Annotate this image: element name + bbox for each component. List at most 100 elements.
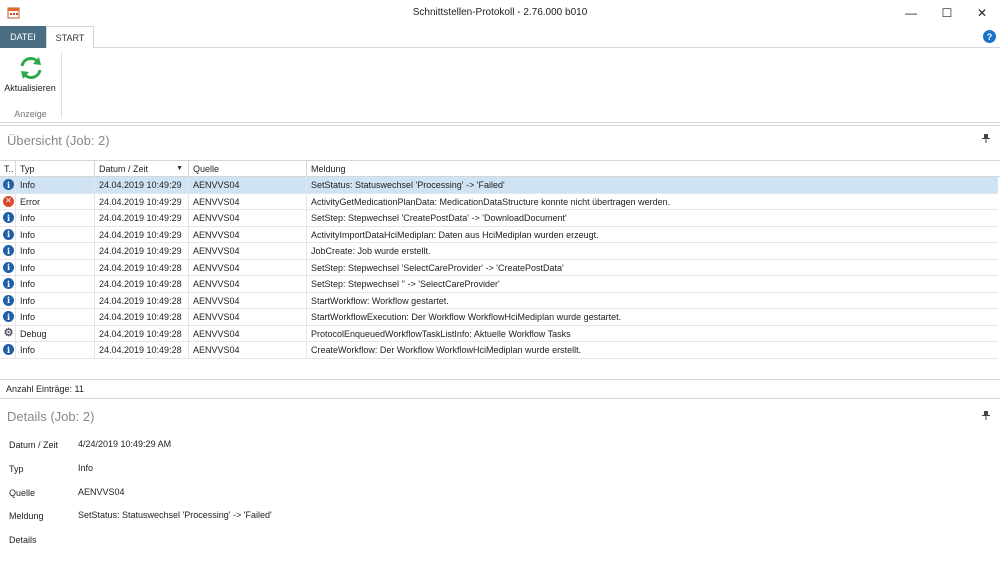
- pin-icon[interactable]: [982, 134, 990, 145]
- row-meldung: SetStep: Stepwechsel '' -> 'SelectCarePr…: [311, 279, 500, 289]
- row-type-icon-cell: i: [0, 177, 16, 193]
- debug-gear-icon: ⚙: [3, 326, 14, 339]
- row-meldung: CreateWorkflow: Der Workflow WorkflowHci…: [311, 345, 582, 355]
- row-quelle: AENVVS04: [189, 276, 307, 292]
- row-meldung: SetStep: Stepwechsel 'SelectCareProvider…: [311, 262, 564, 273]
- refresh-button[interactable]: Aktualisieren: [2, 52, 58, 94]
- close-button[interactable]: ✕: [964, 0, 1000, 25]
- row-type-icon-cell: i: [0, 210, 16, 226]
- row-datum: 24.04.2019 10:49:28: [95, 325, 189, 342]
- detail-label-quelle: Quelle: [9, 488, 36, 498]
- row-type-icon-cell: i: [0, 309, 16, 325]
- table-row[interactable]: i Info 24.04.2019 10:49:28 AENVVS04 Crea…: [0, 342, 998, 359]
- row-datum: 24.04.2019 10:49:28: [95, 309, 189, 325]
- tab-start[interactable]: START: [46, 26, 94, 49]
- row-quelle: AENVVS04: [189, 226, 307, 243]
- table-row[interactable]: i Info 24.04.2019 10:49:28 AENVVS04 Star…: [0, 292, 998, 309]
- row-datum: 24.04.2019 10:49:29: [95, 177, 189, 193]
- row-type-icon-cell: i: [0, 259, 16, 276]
- table-row[interactable]: i Info 24.04.2019 10:49:29 AENVVS04 JobC…: [0, 243, 998, 260]
- info-icon: i: [3, 228, 14, 240]
- row-datum: 24.04.2019 10:49:29: [95, 193, 189, 210]
- row-datum: 24.04.2019 10:49:29: [95, 243, 189, 259]
- entry-count-bar: Anzahl Einträge: 11: [0, 379, 1000, 399]
- column-header-datum[interactable]: Datum / Zeit ▼: [95, 161, 189, 177]
- sort-descending-icon: ▼: [176, 165, 183, 172]
- info-icon: i: [3, 344, 14, 355]
- row-meldung: SetStep: Stepwechsel 'CreatePostData' ->…: [311, 213, 567, 223]
- ribbon-tabs: DATEI START ?: [0, 26, 1000, 49]
- error-icon: ✕: [3, 195, 14, 207]
- maximize-button[interactable]: ☐: [929, 0, 965, 25]
- row-type-icon-cell: ⚙: [0, 325, 16, 342]
- refresh-label: Aktualisieren: [4, 83, 56, 93]
- row-typ: Info: [16, 210, 95, 226]
- row-typ: Info: [16, 226, 95, 243]
- details-title: Details (Job: 2): [7, 409, 95, 424]
- detail-label-details: Details: [9, 535, 37, 545]
- detail-value-meldung: SetStatus: Statuswechsel 'Processing' ->…: [78, 510, 272, 520]
- column-header-typ[interactable]: Typ: [16, 161, 95, 177]
- ribbon-group-label: Anzeige: [14, 109, 47, 119]
- detail-value-quelle: AENVVS04: [78, 487, 125, 497]
- overview-title: Übersicht (Job: 2): [7, 133, 110, 148]
- row-typ: Info: [16, 309, 95, 325]
- info-icon: i: [3, 261, 14, 273]
- window-title: Schnittstellen-Protokoll - 2.76.000 b010: [412, 7, 588, 18]
- row-type-icon-cell: ✕: [0, 193, 16, 210]
- row-quelle: AENVVS04: [189, 292, 307, 309]
- info-icon: i: [3, 179, 14, 190]
- table-row[interactable]: i Info 24.04.2019 10:49:28 AENVVS04 Star…: [0, 309, 998, 326]
- row-datum: 24.04.2019 10:49:28: [95, 259, 189, 276]
- row-quelle: AENVVS04: [189, 259, 307, 276]
- detail-value-datum: 4/24/2019 10:49:29 AM: [78, 439, 172, 449]
- row-typ: Info: [16, 177, 95, 193]
- overview-panel: Übersicht (Job: 2) T.. Typ Datum / Zeit …: [0, 125, 1000, 397]
- table-row[interactable]: i Info 24.04.2019 10:49:28 AENVVS04 SetS…: [0, 276, 998, 293]
- column-header-meldung[interactable]: Meldung: [307, 161, 1000, 177]
- entry-count: Anzahl Einträge: 11: [6, 384, 84, 394]
- detail-label-typ: Typ: [9, 464, 24, 474]
- info-icon: i: [3, 294, 14, 306]
- row-typ: Debug: [16, 325, 95, 342]
- tab-datei[interactable]: DATEI: [0, 26, 46, 48]
- row-typ: Info: [16, 292, 95, 309]
- info-icon: i: [3, 212, 14, 223]
- table-row[interactable]: ⚙ Debug 24.04.2019 10:49:28 AENVVS04 Pro…: [0, 325, 998, 342]
- minimize-button[interactable]: —: [893, 0, 929, 25]
- help-icon[interactable]: ?: [983, 30, 996, 43]
- row-typ: Info: [16, 276, 95, 292]
- table-row[interactable]: i Info 24.04.2019 10:49:28 AENVVS04 SetS…: [0, 259, 998, 276]
- row-type-icon-cell: i: [0, 342, 16, 358]
- details-panel: Details (Job: 2) Datum / Zeit 4/24/2019 …: [0, 401, 1000, 574]
- row-quelle: AENVVS04: [189, 243, 307, 259]
- row-quelle: AENVVS04: [189, 309, 307, 325]
- detail-label-datum: Datum / Zeit: [9, 440, 59, 450]
- title-bar: Schnittstellen-Protokoll - 2.76.000 b010…: [0, 0, 1000, 25]
- row-quelle: AENVVS04: [189, 177, 307, 193]
- info-icon: i: [3, 311, 14, 322]
- row-typ: Info: [16, 259, 95, 276]
- row-type-icon-cell: i: [0, 276, 16, 292]
- row-datum: 24.04.2019 10:49:29: [95, 210, 189, 226]
- row-meldung: SetStatus: Statuswechsel 'Processing' ->…: [311, 180, 505, 190]
- row-typ: Info: [16, 243, 95, 259]
- row-meldung: ActivityImportDataHciMediplan: Daten aus…: [311, 229, 599, 240]
- row-typ: Info: [16, 342, 95, 358]
- row-quelle: AENVVS04: [189, 342, 307, 358]
- table-row[interactable]: ✕ Error 24.04.2019 10:49:29 AENVVS04 Act…: [0, 193, 998, 210]
- column-header-typ-icon[interactable]: T..: [0, 161, 16, 177]
- detail-value-typ: Info: [78, 463, 94, 473]
- row-meldung: ProtocolEnqueuedWorkflowTaskListInfo: Ak…: [311, 328, 571, 339]
- row-type-icon-cell: i: [0, 292, 16, 309]
- details-pin-icon[interactable]: [982, 411, 990, 422]
- table-row[interactable]: i Info 24.04.2019 10:49:29 AENVVS04 Acti…: [0, 226, 998, 243]
- table-row[interactable]: i Info 24.04.2019 10:49:29 AENVVS04 SetS…: [0, 177, 998, 194]
- column-header-datum-label: Datum / Zeit: [99, 164, 149, 174]
- column-header-quelle[interactable]: Quelle: [189, 161, 307, 177]
- row-quelle: AENVVS04: [189, 325, 307, 342]
- row-meldung: StartWorkflowExecution: Der Workflow Wor…: [311, 312, 622, 322]
- row-datum: 24.04.2019 10:49:28: [95, 342, 189, 358]
- row-datum: 24.04.2019 10:49:29: [95, 226, 189, 243]
- table-row[interactable]: i Info 24.04.2019 10:49:29 AENVVS04 SetS…: [0, 210, 998, 227]
